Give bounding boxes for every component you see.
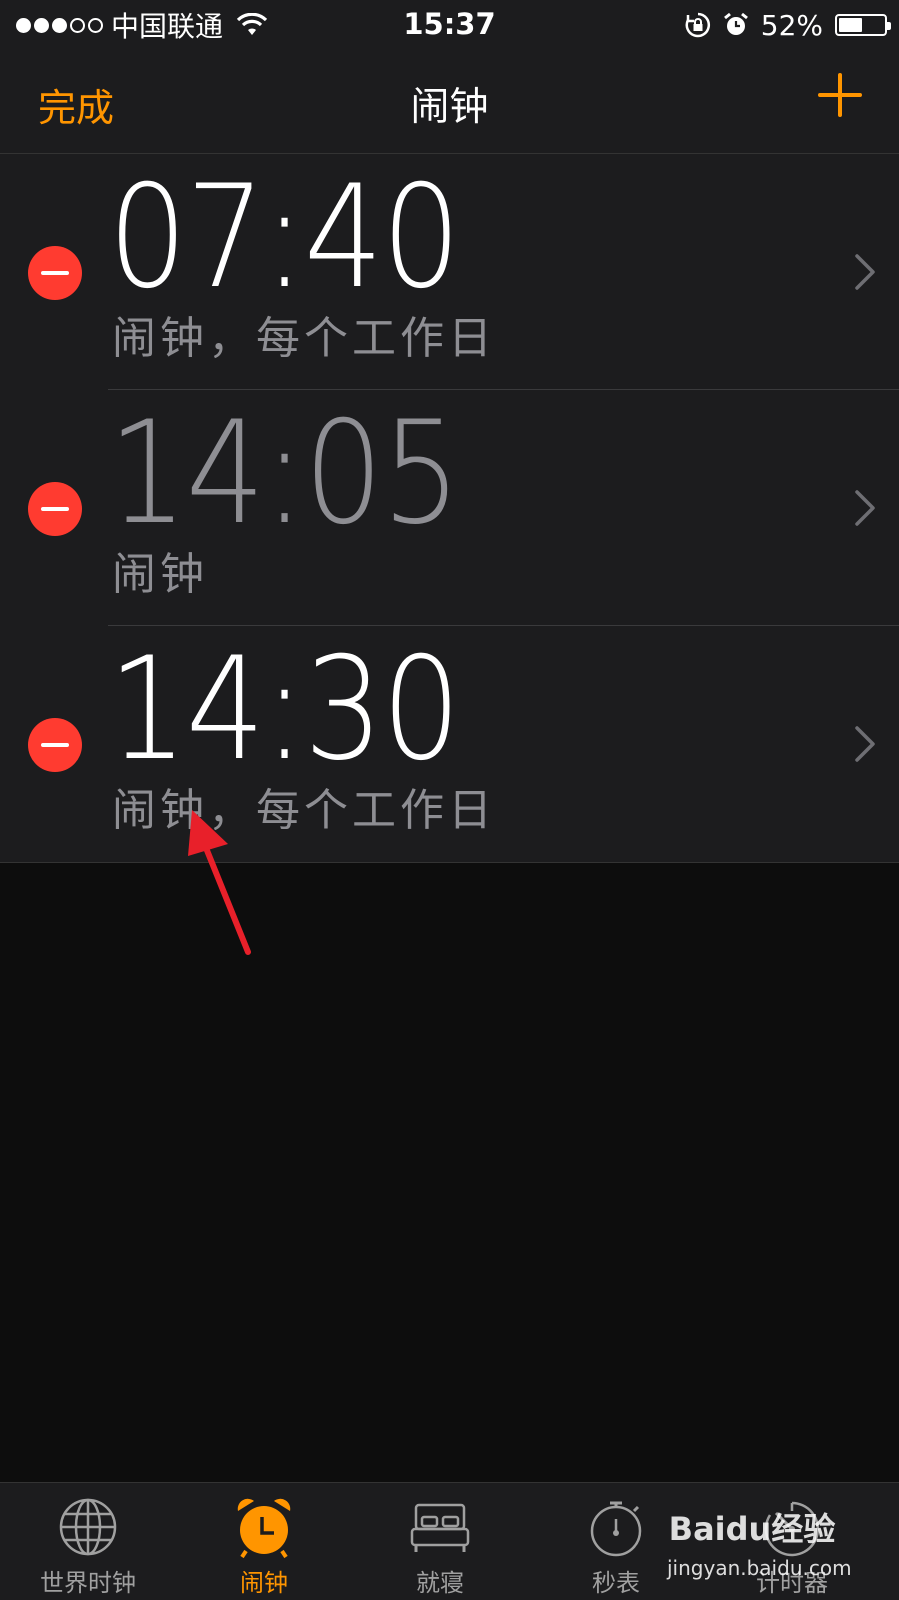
bed-icon [410, 1503, 470, 1552]
stopwatch-icon [590, 1501, 642, 1557]
add-alarm-button[interactable] [817, 72, 863, 118]
alarm-label: 闹钟，每个工作日 [112, 313, 496, 364]
battery-percent: 52% [760, 8, 823, 42]
rotation-lock-icon [685, 12, 710, 38]
done-button[interactable]: 完成 [38, 77, 114, 132]
tab-alarm-clock[interactable]: 闹钟 [174, 1483, 354, 1600]
alarm-row[interactable]: 14:05 闹钟 [0, 390, 899, 626]
globe-icon [59, 1498, 117, 1556]
tab-label: 就寝 [416, 1569, 464, 1597]
baidu-jingyan-watermark: Baidu经验 jingyan.baidu.com [667, 1504, 852, 1584]
carrier-name: 中国联通 [111, 10, 224, 43]
watermark-url: jingyan.baidu.com [667, 1556, 852, 1580]
chevron-right-icon[interactable] [853, 252, 877, 292]
alarm-time: 14:30 [108, 627, 461, 792]
clock-app-screen: 中国联通 15:37 52% 完成 闹钟 07:40 闹钟，每个工作日 14:0… [0, 0, 899, 1600]
battery-icon [835, 14, 891, 36]
watermark-logo: Baidu经验 [668, 1510, 836, 1548]
chevron-right-icon[interactable] [853, 724, 877, 764]
tab-label: 世界时钟 [40, 1569, 136, 1597]
tab-label: 闹钟 [240, 1569, 288, 1597]
wifi-icon [237, 13, 268, 35]
alarm-clock-icon [237, 1498, 291, 1559]
alarm-row[interactable]: 07:40 闹钟，每个工作日 [0, 154, 899, 390]
alarm-list: 07:40 闹钟，每个工作日 14:05 闹钟 14:30 闹钟，每个工作日 [0, 154, 899, 863]
navigation-bar: 完成 闹钟 [0, 50, 899, 154]
delete-alarm-button[interactable] [28, 246, 82, 300]
annotation-arrow [188, 810, 251, 955]
tab-bed[interactable]: 就寝 [350, 1483, 530, 1600]
delete-alarm-button[interactable] [28, 482, 82, 536]
delete-alarm-button[interactable] [28, 718, 82, 772]
tab-globe[interactable]: 世界时钟 [0, 1483, 178, 1600]
signal-strength-icon [16, 17, 103, 33]
status-bar: 中国联通 15:37 52% [0, 0, 899, 50]
alarm-time: 14:05 [108, 391, 461, 556]
alarm-label: 闹钟 [112, 549, 208, 600]
chevron-right-icon[interactable] [853, 488, 877, 528]
page-title: 闹钟 [410, 85, 489, 130]
alarm-status-icon [723, 12, 748, 35]
alarm-row[interactable]: 14:30 闹钟，每个工作日 [0, 626, 899, 862]
alarm-time: 07:40 [108, 155, 461, 320]
